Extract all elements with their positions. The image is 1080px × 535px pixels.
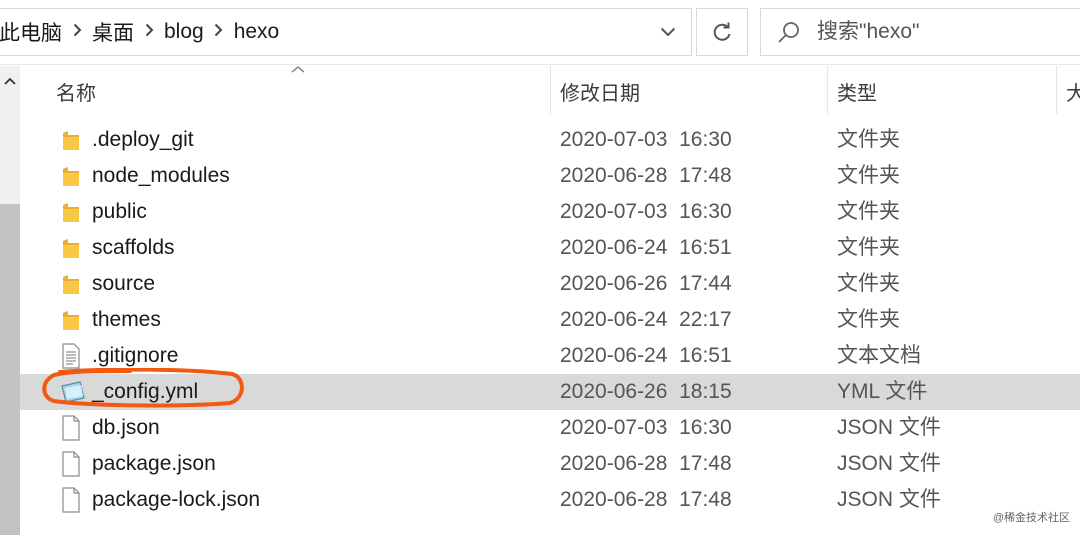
search-box[interactable] <box>760 8 1080 56</box>
column-header-size-label: 大 <box>1066 82 1080 105</box>
file-date: 2020-06-26 18:15 <box>560 380 732 403</box>
file-date: 2020-06-24 16:51 <box>560 236 732 259</box>
chevron-right-icon[interactable] <box>204 23 234 41</box>
file-name: _config.yml <box>92 380 199 403</box>
file-type: JSON 文件 <box>837 488 941 511</box>
file-type: 文本文档 <box>837 344 921 367</box>
watermark: @稀金技术社区 <box>992 512 1070 524</box>
file-name: .gitignore <box>92 344 179 367</box>
file-type: 文件夹 <box>837 164 900 187</box>
file-type: JSON 文件 <box>837 452 941 475</box>
file-type: 文件夹 <box>837 308 900 331</box>
folder-icon <box>60 198 82 226</box>
column-header-date-label: 修改日期 <box>560 82 640 105</box>
file-name: scaffolds <box>92 236 175 259</box>
column-headers: 名称 修改日期 类型 大 <box>20 66 1080 116</box>
file-name: db.json <box>92 416 160 439</box>
toolbar-divider <box>0 64 1080 65</box>
file-row[interactable]: package-lock.json 2020-06-28 17:48 JSON 文件 <box>20 482 1080 518</box>
folder-icon <box>60 306 82 334</box>
folder-icon <box>60 126 82 154</box>
file-type: 文件夹 <box>837 272 900 295</box>
file-date: 2020-06-28 17:48 <box>560 452 732 475</box>
file-date: 2020-06-28 17:48 <box>560 488 732 511</box>
scroll-up-button[interactable] <box>0 66 20 96</box>
file-row[interactable]: _config.yml 2020-06-26 18:15 YML 文件 <box>20 374 1080 410</box>
file-name: node_modules <box>92 164 230 187</box>
column-header-date[interactable]: 修改日期 <box>552 66 827 116</box>
file-row[interactable]: public 2020-07-03 16:30 文件夹 <box>20 194 1080 230</box>
file-icon <box>60 414 82 442</box>
column-header-type-label: 类型 <box>837 82 877 105</box>
chevron-right-icon[interactable] <box>62 23 92 41</box>
breadcrumb-this-pc[interactable]: 此电脑 <box>0 17 62 47</box>
breadcrumb-hexo[interactable]: hexo <box>234 20 280 44</box>
sort-ascending-icon <box>291 66 305 73</box>
file-row[interactable]: .deploy_git 2020-07-03 16:30 文件夹 <box>20 122 1080 158</box>
file-date: 2020-07-03 16:30 <box>560 416 732 439</box>
chevron-right-icon[interactable] <box>134 23 164 41</box>
file-row[interactable]: source 2020-06-26 17:44 文件夹 <box>20 266 1080 302</box>
chevron-down-icon <box>660 27 676 37</box>
file-name: package.json <box>92 452 216 475</box>
file-type: YML 文件 <box>837 380 928 403</box>
file-icon <box>60 450 82 478</box>
chevron-up-icon <box>4 77 16 85</box>
column-header-name-label: 名称 <box>56 82 96 105</box>
file-row[interactable]: package.json 2020-06-28 17:48 JSON 文件 <box>20 446 1080 482</box>
scrollbar-thumb[interactable] <box>0 204 20 535</box>
column-divider[interactable] <box>1056 66 1057 114</box>
file-name: package-lock.json <box>92 488 261 511</box>
refresh-icon <box>713 22 731 41</box>
folder-icon <box>60 162 82 190</box>
address-history-dropdown[interactable] <box>645 9 691 55</box>
yml-file-icon <box>60 378 85 406</box>
file-type: 文件夹 <box>837 128 900 151</box>
breadcrumb-desktop[interactable]: 桌面 <box>92 17 134 47</box>
file-row[interactable]: .gitignore 2020-06-24 16:51 文本文档 <box>20 338 1080 374</box>
file-row[interactable]: db.json 2020-07-03 16:30 JSON 文件 <box>20 410 1080 446</box>
search-icon <box>761 9 817 55</box>
folder-icon <box>60 234 82 262</box>
text-file-icon <box>60 342 82 370</box>
file-name: .deploy_git <box>92 128 194 151</box>
file-row[interactable]: node_modules 2020-06-28 17:48 文件夹 <box>20 158 1080 194</box>
file-list: .deploy_git 2020-07-03 16:30 文件夹 node_modul… <box>20 122 1080 518</box>
column-divider[interactable] <box>827 66 828 114</box>
file-date: 2020-07-03 16:30 <box>560 128 732 151</box>
refresh-button[interactable] <box>696 8 748 56</box>
address-bar[interactable]: 此电脑 桌面 blog hexo <box>0 8 692 56</box>
file-type: 文件夹 <box>837 200 900 223</box>
file-name: themes <box>92 308 161 331</box>
file-date: 2020-06-28 17:48 <box>560 164 732 187</box>
search-input[interactable] <box>817 20 1067 44</box>
file-date: 2020-06-24 16:51 <box>560 344 732 367</box>
folder-icon <box>60 270 82 298</box>
file-date: 2020-06-24 22:17 <box>560 308 732 331</box>
file-row[interactable]: scaffolds 2020-06-24 16:51 文件夹 <box>20 230 1080 266</box>
file-date: 2020-07-03 16:30 <box>560 200 732 223</box>
vertical-scrollbar[interactable] <box>0 66 20 535</box>
file-type: JSON 文件 <box>837 416 941 439</box>
file-type: 文件夹 <box>837 236 900 259</box>
file-row[interactable]: themes 2020-06-24 22:17 文件夹 <box>20 302 1080 338</box>
breadcrumb: 此电脑 桌面 blog hexo <box>0 17 645 47</box>
breadcrumb-blog[interactable]: blog <box>164 20 204 44</box>
file-icon <box>60 486 82 514</box>
file-name: public <box>92 200 147 223</box>
column-header-size[interactable]: 大 <box>1058 66 1080 116</box>
file-date: 2020-06-26 17:44 <box>560 272 732 295</box>
column-divider[interactable] <box>550 66 551 114</box>
column-header-type[interactable]: 类型 <box>829 66 1054 116</box>
file-name: source <box>92 272 156 295</box>
